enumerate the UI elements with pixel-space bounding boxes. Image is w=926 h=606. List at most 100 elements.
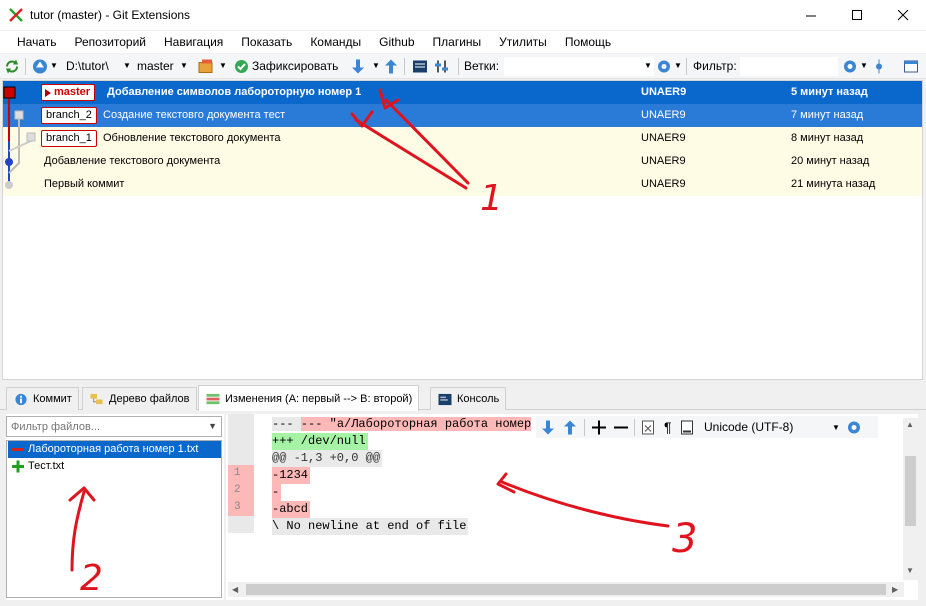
gear-icon[interactable] — [656, 58, 672, 75]
revision-filter-input[interactable] — [740, 57, 838, 76]
git-extensions-window: tutor (master) - Git Extensions Начать Р… — [0, 0, 926, 606]
diff-line-old-file: --- --- "a/Лабороторная работа номер — [272, 417, 532, 431]
layout-panel-icon[interactable] — [903, 58, 919, 75]
commit-author: UNAER9 — [641, 178, 686, 190]
show-whitespace-pilcrow-icon[interactable]: ¶ — [664, 419, 672, 436]
commit-button[interactable]: Зафиксировать — [252, 58, 338, 75]
diff-line-removed: - — [272, 484, 282, 501]
menu-tools[interactable]: Утилиты — [490, 31, 556, 53]
chevron-down-icon[interactable]: ▼ — [208, 421, 217, 431]
scrollbar-thumb[interactable] — [905, 456, 916, 526]
tab-commit[interactable]: Коммит — [6, 387, 79, 410]
diff-icon — [206, 393, 220, 405]
stash-icon[interactable] — [198, 58, 216, 75]
commit-row[interactable]: branch_1 Обновление текстового документа… — [3, 127, 922, 150]
file-name: Тест.txt — [28, 460, 65, 472]
gear-icon[interactable] — [842, 58, 858, 75]
git-bash-icon[interactable] — [412, 58, 428, 75]
commit-row[interactable]: Добавление текстового документа UNAER9 2… — [3, 150, 922, 173]
push-arrow-up-icon[interactable] — [385, 58, 397, 75]
scroll-left-arrow-icon[interactable]: ◀ — [232, 585, 238, 594]
gutter-blank — [228, 414, 254, 431]
branch-tag-branch-1[interactable]: branch_1 — [41, 130, 97, 147]
menu-github[interactable]: Github — [370, 31, 423, 53]
file-tree-icon — [90, 393, 103, 405]
branches-filter-input[interactable] — [504, 57, 654, 76]
diff-line-new-file: +++ /dev/null — [272, 433, 368, 450]
chevron-down-icon[interactable]: ▼ — [832, 419, 840, 436]
tab-label: Консоль — [457, 393, 500, 405]
menu-start[interactable]: Начать — [8, 31, 66, 53]
encoding-select[interactable]: Unicode (UTF-8) — [704, 419, 793, 436]
gear-icon[interactable] — [846, 419, 862, 436]
next-change-arrow-down-icon[interactable] — [542, 419, 554, 436]
scroll-up-arrow-icon[interactable]: ▲ — [906, 420, 914, 429]
increase-context-plus-icon[interactable] — [592, 419, 606, 436]
menu-navigation[interactable]: Навигация — [155, 31, 232, 53]
branch-tag-master[interactable]: master — [41, 84, 96, 101]
current-branch[interactable]: master — [137, 58, 174, 75]
repository-path[interactable]: D:\tutor\ — [66, 58, 109, 75]
menu-help[interactable]: Помощь — [556, 31, 620, 53]
tab-changes[interactable]: Изменения (A: первый --> B: второй) — [198, 385, 420, 411]
previous-change-arrow-up-icon[interactable] — [564, 419, 576, 436]
scroll-down-arrow-icon[interactable]: ▼ — [906, 566, 914, 575]
line-number: 3 — [228, 499, 254, 516]
commit-message: Добавление текстового документа — [44, 155, 221, 167]
commit-row[interactable]: master Добавление символов лабороторную … — [3, 81, 922, 104]
settings-tools-icon[interactable] — [434, 58, 450, 75]
diff-line-hunk-header: @@ -1,3 +0,0 @@ — [272, 450, 383, 467]
diff-line-removed: -1234 — [272, 467, 311, 484]
ignore-whitespace-icon[interactable] — [641, 419, 655, 436]
file-filter-combobox[interactable]: ▼ — [6, 416, 222, 437]
diff-toolbar: ¶ Unicode (UTF-8) ▼ — [536, 416, 878, 438]
maximize-button[interactable] — [834, 0, 880, 30]
file-item-deleted[interactable]: Лабороторная работа номер 1.txt — [8, 441, 221, 458]
scroll-right-arrow-icon[interactable]: ▶ — [892, 585, 898, 594]
menu-plugins[interactable]: Плагины — [424, 31, 491, 53]
menu-repository[interactable]: Репозиторий — [66, 31, 156, 53]
chevron-down-icon[interactable]: ▼ — [50, 61, 58, 70]
chevron-down-icon[interactable]: ▼ — [219, 61, 227, 70]
decrease-context-minus-icon[interactable] — [614, 419, 628, 436]
git-extensions-logo-icon — [9, 8, 23, 22]
commit-author: UNAER9 — [641, 155, 686, 167]
line-number-gutter: 1 2 3 — [226, 414, 256, 534]
menu-view[interactable]: Показать — [232, 31, 301, 53]
chevron-down-icon[interactable]: ▼ — [123, 61, 131, 70]
chevron-down-icon[interactable]: ▼ — [644, 61, 652, 70]
diff-vertical-scrollbar[interactable]: ▲ ▼ — [903, 418, 918, 580]
tab-console[interactable]: Консоль — [430, 387, 507, 410]
minimize-icon — [805, 15, 816, 16]
scrollbar-thumb[interactable] — [246, 584, 886, 595]
chevron-down-icon[interactable]: ▼ — [372, 61, 380, 70]
minimize-button[interactable] — [788, 0, 834, 30]
file-filter-input[interactable] — [7, 417, 197, 436]
diff-horizontal-scrollbar[interactable]: ◀ ▶ — [228, 582, 904, 597]
commit-row[interactable]: Первый коммит UNAER9 21 минута назад — [3, 173, 922, 196]
tab-label: Дерево файлов — [109, 393, 190, 405]
pin-icon[interactable] — [873, 58, 885, 75]
commit-check-icon — [235, 60, 248, 73]
line-number: 2 — [228, 482, 254, 499]
close-button[interactable] — [880, 0, 926, 30]
branch-tag-branch-2[interactable]: branch_2 — [41, 107, 97, 124]
refresh-icon[interactable] — [4, 58, 20, 75]
head-arrow-icon — [45, 89, 51, 97]
commit-date: 8 минут назад — [791, 132, 864, 144]
menu-commands[interactable]: Команды — [301, 31, 370, 53]
commit-date: 5 минут назад — [791, 86, 868, 98]
tab-file-tree[interactable]: Дерево файлов — [82, 387, 197, 410]
chevron-down-icon[interactable]: ▼ — [180, 61, 188, 70]
console-icon — [438, 393, 452, 406]
chevron-down-icon[interactable]: ▼ — [860, 61, 868, 70]
file-view-icon[interactable] — [680, 419, 694, 436]
commit-message: Добавление символов лабороторную номер 1 — [107, 86, 362, 98]
dashboard-icon[interactable] — [32, 58, 48, 75]
commit-message: Обновление текстового документа — [103, 132, 281, 144]
file-item-added[interactable]: Тест.txt — [8, 458, 221, 475]
chevron-down-icon[interactable]: ▼ — [674, 61, 682, 70]
diff-line-no-newline: \ No newline at end of file — [272, 518, 469, 535]
pull-arrow-down-icon[interactable] — [352, 58, 364, 75]
commit-row[interactable]: branch_2 Создание текстовго документа те… — [3, 104, 922, 127]
